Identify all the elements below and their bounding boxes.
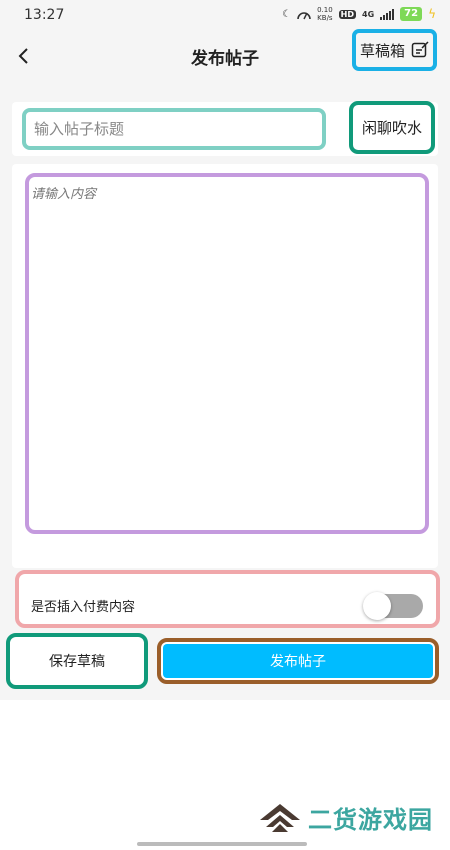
network-speed-unit: KB/s: [317, 14, 333, 22]
content-input[interactable]: [25, 173, 429, 534]
watermark: 二货游戏园: [258, 800, 433, 835]
paid-content-toggle[interactable]: [363, 592, 423, 620]
drafts-button[interactable]: 草稿箱: [352, 29, 437, 71]
battery-indicator: 72: [400, 7, 423, 21]
network-speed-value: 0.10: [317, 6, 333, 14]
speedometer-icon: [297, 12, 311, 20]
toggle-knob: [363, 592, 391, 620]
title-input[interactable]: [22, 108, 326, 150]
watermark-text: 二货游戏园: [308, 806, 433, 834]
category-selector[interactable]: 闲聊吹水: [349, 101, 435, 154]
category-label: 闲聊吹水: [361, 119, 422, 137]
status-icons: ☾ 0.10 KB/s HD 4G 72 ϟ: [282, 6, 436, 22]
publish-button-label: 发布帖子: [270, 654, 326, 670]
drafts-label: 草稿箱: [359, 41, 405, 60]
moon-icon: ☾: [282, 8, 292, 20]
network-speed: 0.10 KB/s: [317, 6, 333, 22]
publish-button-fill: 发布帖子: [163, 644, 433, 678]
status-bar: 13:27 ☾ 0.10 KB/s HD 4G 72 ϟ: [0, 0, 450, 32]
edit-icon: [411, 41, 429, 58]
charging-icon: ϟ: [428, 7, 436, 21]
home-indicator[interactable]: [137, 842, 307, 846]
paid-content-label: 是否插入付费内容: [31, 600, 136, 615]
network-type: 4G: [362, 9, 375, 19]
paid-content-row: 是否插入付费内容: [15, 570, 440, 628]
header: 发布帖子 草稿箱: [0, 29, 450, 80]
status-time: 13:27: [24, 7, 65, 23]
hd-badge: HD: [338, 9, 357, 19]
signal-icon: [380, 8, 395, 20]
watermark-logo-icon: [260, 803, 300, 832]
save-draft-button[interactable]: 保存草稿: [6, 633, 148, 689]
publish-button[interactable]: 发布帖子: [157, 638, 439, 684]
